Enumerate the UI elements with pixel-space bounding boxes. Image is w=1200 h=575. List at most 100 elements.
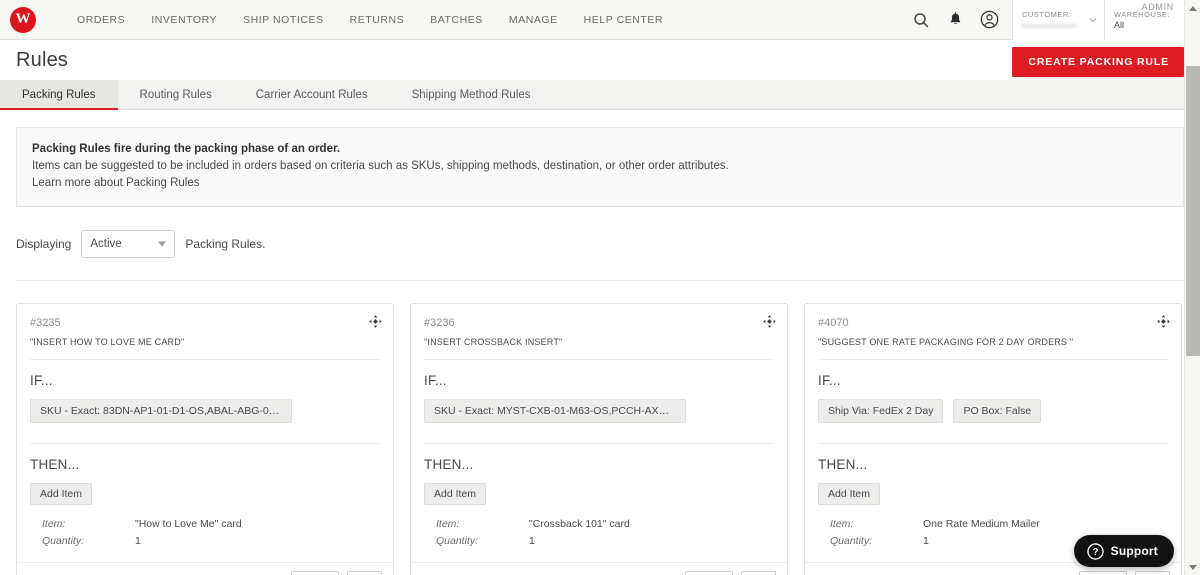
card-divider [30, 359, 380, 360]
info-banner-heading: Packing Rules fire during the packing ph… [32, 143, 341, 155]
add-item-button[interactable]: Add Item [424, 483, 487, 505]
condition-chip[interactable]: SKU - Exact: MYST-CXB-01-M63-OS,PCCH-AXB… [424, 399, 686, 423]
nav-item-inventory[interactable]: INVENTORY [138, 14, 230, 26]
drag-move-icon[interactable] [1157, 315, 1170, 328]
action-details: Item: "How to Love Me" card Quantity: 1 [30, 516, 380, 550]
card-header: #4070 "SUGGEST ONE RATE PACKAGING FOR 2 … [805, 304, 1181, 350]
more-options-button[interactable]: ▪▪▪ [346, 571, 382, 575]
notifications-bell-icon[interactable] [938, 0, 972, 40]
quantity-label: Quantity: [42, 535, 85, 547]
card-divider [30, 443, 380, 444]
nav-item-batches[interactable]: BATCHES [417, 14, 496, 26]
item-label: Item: [830, 518, 854, 530]
condition-chip-row: SKU - Exact: 83DN-AP1-01-D1-OS,ABAL-ABG-… [30, 399, 380, 423]
customer-selector[interactable]: CUSTOMER: —————— [1012, 0, 1104, 40]
support-button[interactable]: ? Support [1073, 535, 1174, 567]
nav-item-manage[interactable]: MANAGE [496, 14, 571, 26]
card-header: #3235 "INSERT HOW TO LOVE ME CARD" [17, 304, 393, 350]
edit-button[interactable]: EDIT [684, 571, 733, 575]
customer-selector-value: —————— [1022, 19, 1076, 30]
add-item-button[interactable]: Add Item [818, 483, 881, 505]
drag-move-icon[interactable] [369, 315, 382, 328]
if-title: IF... [30, 373, 53, 388]
brand-logo[interactable]: W [0, 6, 46, 33]
item-value: One Rate Medium Mailer [923, 518, 1040, 530]
tab-carrier-account-rules[interactable]: Carrier Account Rules [234, 80, 390, 109]
app-root: W ORDERS INVENTORY SHIP NOTICES RETURNS … [0, 0, 1200, 575]
primary-nav-items: ORDERS INVENTORY SHIP NOTICES RETURNS BA… [64, 14, 676, 26]
card-divider [424, 443, 774, 444]
if-title: IF... [424, 373, 447, 388]
scroll-down-arrow-icon[interactable] [1185, 559, 1200, 575]
if-section: IF... Ship Via: FedEx 2 Day PO Box: Fals… [805, 373, 1181, 423]
quantity-label: Quantity: [830, 535, 873, 547]
learn-more-link[interactable]: Learn more about Packing Rules [32, 175, 1168, 192]
customer-selector-label: CUSTOMER: [1022, 9, 1072, 19]
condition-chip[interactable]: PO Box: False [953, 399, 1042, 423]
tab-packing-rules[interactable]: Packing Rules [0, 80, 118, 110]
condition-chip-row: Ship Via: FedEx 2 Day PO Box: False [818, 399, 1168, 423]
tab-shipping-method-rules[interactable]: Shipping Method Rules [390, 80, 553, 109]
rule-id: #3236 [424, 317, 455, 329]
packing-rule-card: #3236 "INSERT CROSSBACK INSERT" IF... SK… [410, 303, 788, 575]
condition-chip-row: SKU - Exact: MYST-CXB-01-M63-OS,PCCH-AXB… [424, 399, 774, 423]
condition-chip[interactable]: Ship Via: FedEx 2 Day [818, 399, 944, 423]
status-filter-select[interactable]: Active [81, 230, 176, 258]
nav-item-returns[interactable]: RETURNS [337, 14, 418, 26]
drag-move-icon[interactable] [763, 315, 776, 328]
more-options-button[interactable]: ▪▪▪ [1134, 571, 1170, 575]
admin-badge: ADMIN [1141, 2, 1174, 12]
nav-item-orders[interactable]: ORDERS [64, 14, 138, 26]
create-packing-rule-button[interactable]: CREATE PACKING RULE [1012, 47, 1184, 77]
info-banner-description: Items can be suggested to be included in… [32, 160, 729, 172]
tab-routing-rules[interactable]: Routing Rules [118, 80, 234, 109]
rule-name: "INSERT CROSSBACK INSERT" [424, 337, 563, 347]
search-icon[interactable] [904, 0, 938, 40]
page-content: Packing Rules fire during the packing ph… [0, 127, 1200, 575]
more-options-button[interactable]: ▪▪▪ [740, 571, 776, 575]
question-mark-circle-icon: ? [1086, 542, 1104, 560]
action-item-row: Item: One Rate Medium Mailer [830, 516, 1168, 533]
top-navigation-bar: W ORDERS INVENTORY SHIP NOTICES RETURNS … [0, 0, 1200, 40]
item-label: Item: [436, 518, 460, 530]
condition-chip[interactable]: SKU - Exact: 83DN-AP1-01-D1-OS,ABAL-ABG-… [30, 399, 292, 423]
scrollbar-track[interactable] [1185, 16, 1200, 559]
displaying-filter-row: Displaying Active Packing Rules. [16, 230, 1184, 281]
packing-rule-card: #3235 "INSERT HOW TO LOVE ME CARD" IF...… [16, 303, 394, 575]
logo-icon: W [10, 6, 36, 33]
rule-id: #4070 [818, 317, 849, 329]
page-header: Rules CREATE PACKING RULE [0, 40, 1200, 80]
quantity-value: 1 [923, 535, 929, 547]
rule-id: #3235 [30, 317, 61, 329]
then-title: THEN... [818, 457, 868, 472]
packing-rules-card-list: #3235 "INSERT HOW TO LOVE ME CARD" IF...… [16, 303, 1184, 575]
warehouse-selector-value: All [1114, 19, 1125, 30]
add-item-button[interactable]: Add Item [30, 483, 93, 505]
card-header: #3236 "INSERT CROSSBACK INSERT" [411, 304, 787, 350]
page-title: Rules [16, 48, 69, 71]
if-title: IF... [818, 373, 841, 388]
rule-name: "SUGGEST ONE RATE PACKAGING FOR 2 DAY OR… [818, 337, 1074, 347]
then-section: THEN... Add Item Item: "How to Love Me" … [17, 457, 393, 550]
displaying-label: Displaying [16, 237, 72, 251]
nav-item-help-center[interactable]: HELP CENTER [571, 14, 676, 26]
user-account-icon[interactable] [972, 0, 1006, 40]
action-quantity-row: Quantity: 1 [436, 533, 774, 550]
scrollbar-thumb[interactable] [1186, 66, 1200, 356]
edit-button[interactable]: EDIT [290, 571, 339, 575]
rule-name: "INSERT HOW TO LOVE ME CARD" [30, 337, 185, 347]
then-title: THEN... [424, 457, 474, 472]
rules-tab-bar: Packing Rules Routing Rules Carrier Acco… [0, 80, 1200, 110]
quantity-value: 1 [135, 535, 141, 547]
then-section: THEN... Add Item Item: "Crossback 101" c… [411, 457, 787, 550]
card-footer: EDIT ▪▪▪ [411, 562, 787, 575]
nav-item-ship-notices[interactable]: SHIP NOTICES [230, 14, 337, 26]
info-banner: Packing Rules fire during the packing ph… [16, 127, 1184, 207]
support-label: Support [1110, 544, 1158, 558]
edit-button[interactable]: EDIT [1078, 571, 1127, 575]
action-quantity-row: Quantity: 1 [42, 533, 380, 550]
scroll-up-arrow-icon[interactable] [1185, 0, 1200, 16]
card-divider [818, 443, 1168, 444]
vertical-scrollbar[interactable] [1184, 0, 1200, 575]
if-section: IF... SKU - Exact: MYST-CXB-01-M63-OS,PC… [411, 373, 787, 423]
